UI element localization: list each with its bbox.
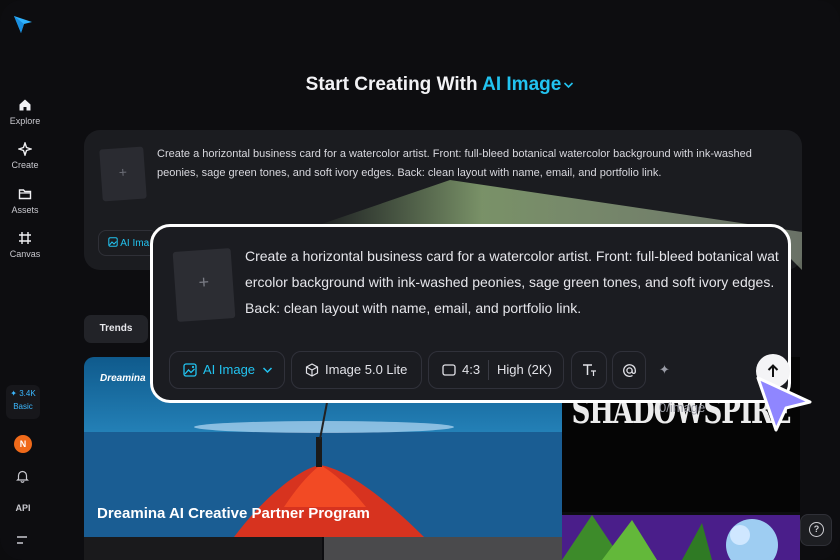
sidebar-item-explore[interactable]: Explore	[0, 98, 50, 126]
credits-badge[interactable]: ✦ 3.4K Basic	[6, 385, 40, 419]
prompt-text-background: Create a horizontal business card for a …	[157, 148, 752, 179]
plus-icon: +	[197, 271, 210, 293]
grid-icon	[19, 232, 31, 244]
credits-amount: ✦ 3.4K	[10, 389, 36, 398]
api-link[interactable]: API	[0, 503, 46, 513]
aspect-ratio-icon	[442, 364, 456, 376]
model-version-select[interactable]: Image 5.0 Lite	[291, 351, 422, 389]
bell-icon[interactable]	[16, 469, 29, 483]
help-button[interactable]: ?	[800, 514, 832, 546]
sidebar-item-canvas[interactable]: Canvas	[0, 231, 50, 259]
chevron-down-icon	[564, 82, 574, 89]
help-icon: ?	[809, 522, 824, 537]
title-prefix: Start Creating With	[305, 74, 478, 95]
at-icon	[623, 364, 636, 377]
model-select-label: AI Image	[203, 362, 256, 377]
avatar[interactable]: N	[14, 435, 32, 453]
plan-tier: Basic	[13, 402, 33, 411]
menu-icon[interactable]	[16, 535, 28, 545]
prompt-input[interactable]: Create a horizontal business card for a …	[245, 243, 779, 321]
sidebar-item-label: Canvas	[9, 249, 41, 259]
reference-image-slot[interactable]: +	[99, 146, 147, 202]
model-select[interactable]: AI Image	[169, 351, 285, 389]
model-version-label: Image 5.0 Lite	[325, 362, 408, 377]
title-accent: AI Image	[482, 74, 562, 95]
sidebar-item-label: Explore	[9, 116, 41, 126]
folder-icon	[18, 189, 32, 200]
gallery-card[interactable]	[84, 537, 322, 560]
credit-cost: ✦ 0/image	[659, 351, 705, 415]
sidebar-item-label: Create	[11, 160, 39, 170]
app-window: Explore Create Assets Canvas ✦ 3.4K Basi…	[0, 0, 840, 560]
sidebar-item-create[interactable]: Create	[0, 142, 50, 170]
home-icon	[19, 99, 31, 111]
page-title: Start Creating With AI Image	[0, 74, 840, 96]
plants-artwork	[562, 515, 778, 560]
text-format-icon	[583, 364, 596, 376]
aspect-quality-select[interactable]: 4:3 High (2K)	[428, 351, 564, 389]
mouse-cursor-icon	[756, 376, 812, 432]
plus-icon: +	[118, 163, 128, 181]
divider	[488, 360, 489, 380]
sidebar-item-assets[interactable]: Assets	[0, 187, 50, 215]
aspect-ratio-label: 4:3	[462, 362, 481, 377]
prompt-card: + Create a horizontal business card for …	[150, 224, 791, 415]
sparkle-icon	[18, 142, 32, 156]
model-switcher[interactable]: AI Image	[482, 74, 574, 95]
model-chip-background: AI Ima	[98, 230, 158, 256]
hero-caption: Dreamina AI Creative Partner Program	[97, 505, 370, 522]
sparkle-icon: ✦	[659, 362, 670, 377]
cube-icon	[305, 363, 319, 377]
hero-brand: Dreamina	[100, 373, 146, 384]
image-icon	[183, 363, 197, 377]
sidebar-item-label: Assets	[11, 205, 39, 215]
gallery-card[interactable]	[324, 537, 562, 560]
gallery-card-plants[interactable]	[562, 515, 800, 560]
quality-label: High (2K)	[497, 362, 552, 377]
tab-trends[interactable]: Trends	[84, 315, 148, 343]
image-icon	[108, 237, 118, 247]
mention-button[interactable]	[612, 351, 646, 389]
credit-cost-label: 0/image	[659, 400, 706, 415]
model-chip-label: AI Ima	[120, 238, 150, 249]
dreamina-logo[interactable]	[12, 13, 34, 35]
chevron-down-icon	[262, 367, 273, 374]
text-style-button[interactable]	[571, 351, 607, 389]
reference-image-upload[interactable]: +	[172, 248, 236, 322]
